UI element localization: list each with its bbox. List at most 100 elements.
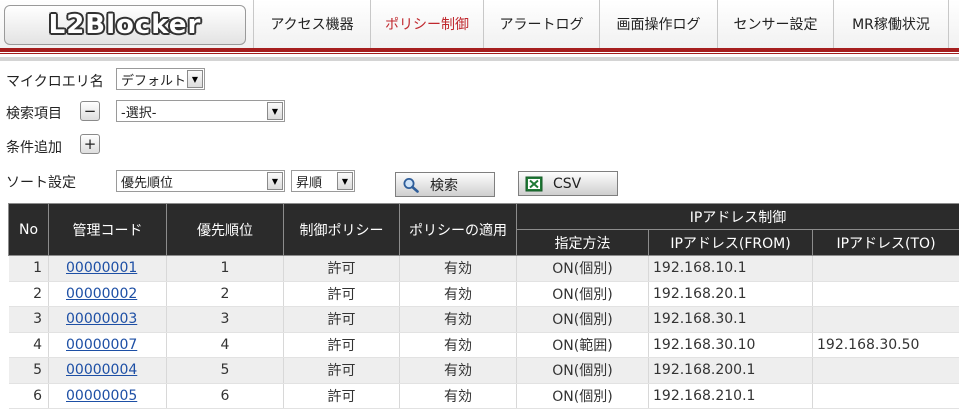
cell-code: 00000005	[48, 383, 167, 409]
table-row[interactable]: 6 00000005 6 許可 有効 ON(個別) 192.168.210.1	[8, 383, 959, 409]
header-divider	[0, 48, 959, 52]
cell-policy: 許可	[283, 306, 400, 333]
table-row[interactable]: 3 00000003 3 許可 有効 ON(個別) 192.168.30.1	[8, 306, 959, 333]
nav-sensor-settings[interactable]: センサー設定	[717, 0, 833, 48]
sort-field-select[interactable]: 優先順位 ▼	[116, 170, 285, 192]
sort-label: ソート設定	[6, 175, 76, 191]
nav-label: 画面操作ログ	[616, 17, 701, 33]
cell-policy: 許可	[283, 383, 400, 409]
cell-ip-to	[812, 357, 959, 384]
cell-ip-to	[812, 255, 959, 282]
col-header-method[interactable]: 指定方法	[516, 229, 649, 256]
col-header-code[interactable]: 管理コード	[48, 203, 167, 256]
search-field-value: -選択-	[121, 105, 157, 121]
magnifier-icon	[402, 177, 420, 193]
cell-priority: 3	[166, 306, 284, 333]
chevron-down-icon: ▼	[267, 172, 283, 190]
csv-button-label: CSV	[553, 175, 582, 192]
main-nav: アクセス機器 ポリシー制御 アラートログ 画面操作ログ センサー設定 MR稼働状…	[253, 0, 949, 48]
cell-priority: 6	[166, 383, 284, 409]
nav-screen-operation-log[interactable]: 画面操作ログ	[599, 0, 717, 48]
l2blocker-logo[interactable]: L2Blocker	[4, 5, 246, 45]
logo-text: L2Blocker	[48, 10, 202, 40]
micro-area-label: マイクロエリ名	[6, 74, 104, 90]
col-header-ip-to[interactable]: IPアドレス(TO)	[811, 229, 959, 256]
col-header-ip-from[interactable]: IPアドレス(FROM)	[648, 229, 813, 256]
cell-ip-to: 192.168.30.50	[812, 332, 959, 358]
cell-ip-from: 192.168.30.1	[648, 306, 813, 333]
cell-code: 00000003	[48, 306, 167, 333]
nav-label: アクセス機器	[270, 17, 354, 33]
chevron-down-icon: ▼	[187, 70, 203, 88]
policy-table: No 管理コード 優先順位 制御ポリシー ポリシーの適用 IPアドレス制御 指定…	[8, 203, 959, 409]
col-header-no[interactable]: No	[8, 203, 49, 256]
add-condition-button[interactable]: +	[80, 134, 100, 154]
table-row[interactable]: 2 00000002 2 許可 有効 ON(個別) 192.168.20.1	[8, 281, 959, 307]
table-row[interactable]: 1 00000001 1 許可 有効 ON(個別) 192.168.10.1	[8, 255, 959, 282]
nav-mr-status[interactable]: MR稼働状況	[833, 0, 949, 48]
table-row[interactable]: 4 00000007 4 許可 有効 ON(範囲) 192.168.30.10 …	[8, 332, 959, 358]
app-header: L2Blocker アクセス機器 ポリシー制御 アラートログ 画面操作ログ セン…	[0, 0, 959, 48]
cell-method: ON(個別)	[516, 255, 649, 282]
cell-no: 3	[8, 306, 49, 333]
header-divider-thin	[0, 53, 959, 54]
cell-method: ON(個別)	[516, 383, 649, 409]
cell-priority: 1	[166, 255, 284, 282]
nav-label: アラートログ	[499, 17, 584, 33]
cell-ip-from: 192.168.200.1	[648, 357, 813, 384]
cell-ip-from: 192.168.20.1	[648, 281, 813, 307]
code-link[interactable]: 00000003	[66, 311, 137, 327]
cell-code: 00000002	[48, 281, 167, 307]
col-header-priority[interactable]: 優先順位	[166, 203, 284, 256]
cell-ip-to	[812, 383, 959, 409]
nav-alert-log[interactable]: アラートログ	[483, 0, 599, 48]
code-link[interactable]: 00000001	[66, 260, 137, 276]
csv-export-button[interactable]: CSV	[518, 171, 618, 196]
cell-ip-to	[812, 281, 959, 307]
nav-access-devices[interactable]: アクセス機器	[253, 0, 370, 48]
cell-ip-to	[812, 306, 959, 333]
cell-apply: 有効	[399, 281, 517, 307]
cell-method: ON(個別)	[516, 357, 649, 384]
search-button[interactable]: 検索	[395, 172, 495, 197]
cell-apply: 有効	[399, 306, 517, 333]
search-button-label: 検索	[430, 177, 458, 194]
nav-label: MR稼働状況	[852, 17, 930, 33]
cell-ip-from: 192.168.10.1	[648, 255, 813, 282]
cell-apply: 有効	[399, 383, 517, 409]
cell-no: 6	[8, 383, 49, 409]
nav-policy-control[interactable]: ポリシー制御	[370, 0, 483, 48]
cell-code: 00000004	[48, 357, 167, 384]
cell-priority: 4	[166, 332, 284, 358]
header-shadow	[0, 57, 959, 61]
nav-label: センサー設定	[733, 17, 818, 33]
cell-no: 1	[8, 255, 49, 282]
cell-method: ON(範囲)	[516, 332, 649, 358]
sort-order-select[interactable]: 昇順 ▼	[291, 170, 355, 192]
micro-area-select[interactable]: デフォルト ▼	[116, 68, 205, 90]
col-header-policy[interactable]: 制御ポリシー	[283, 203, 400, 256]
cell-no: 2	[8, 281, 49, 307]
cell-method: ON(個別)	[516, 281, 649, 307]
cell-code: 00000007	[48, 332, 167, 358]
excel-icon	[525, 176, 543, 192]
cell-method: ON(個別)	[516, 306, 649, 333]
table-row[interactable]: 5 00000004 5 許可 有効 ON(個別) 192.168.200.1	[8, 357, 959, 384]
cell-no: 5	[8, 357, 49, 384]
code-link[interactable]: 00000007	[66, 337, 137, 353]
cell-no: 4	[8, 332, 49, 358]
code-link[interactable]: 00000005	[66, 388, 137, 404]
cell-apply: 有効	[399, 255, 517, 282]
chevron-down-icon: ▼	[337, 172, 353, 190]
col-header-apply[interactable]: ポリシーの適用	[399, 203, 517, 256]
sort-field-value: 優先順位	[121, 175, 174, 191]
cell-apply: 有効	[399, 332, 517, 358]
cell-priority: 2	[166, 281, 284, 307]
search-field-select[interactable]: -選択- ▼	[116, 100, 285, 122]
cell-code: 00000001	[48, 255, 167, 282]
chevron-down-icon: ▼	[267, 102, 283, 120]
code-link[interactable]: 00000002	[66, 286, 137, 302]
code-link[interactable]: 00000004	[66, 362, 137, 378]
micro-area-value: デフォルト	[121, 73, 187, 89]
remove-condition-button[interactable]: −	[80, 101, 100, 121]
